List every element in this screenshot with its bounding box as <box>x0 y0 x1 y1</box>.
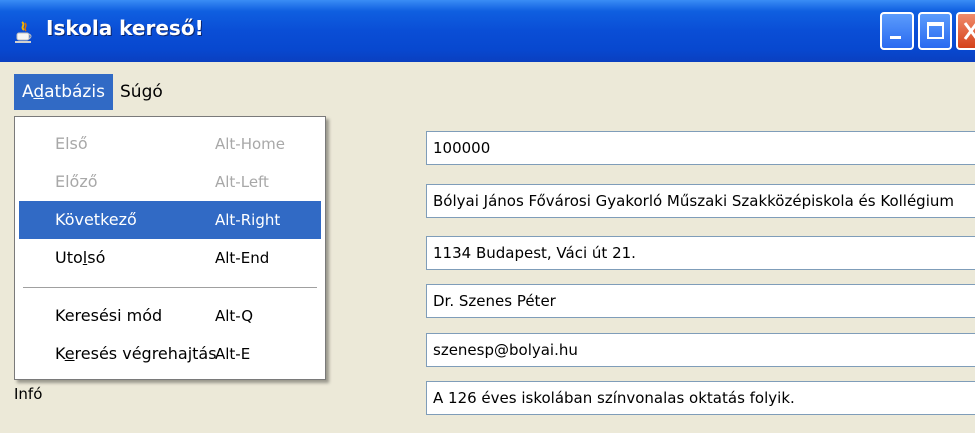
java-cup-icon <box>14 20 34 44</box>
menu-sugo[interactable]: Súgó <box>112 74 171 110</box>
school-name-field[interactable]: Bólyai János Fővárosi Gyakorló Műszaki S… <box>426 184 975 218</box>
info-label: Infó <box>14 385 43 403</box>
principal-field[interactable]: Dr. Szenes Péter <box>426 284 975 318</box>
close-button[interactable] <box>956 12 975 50</box>
menu-separator <box>23 287 317 289</box>
menu-item-kereses-vegrehajtas[interactable]: Keresés végrehajtás Alt-E <box>19 335 321 373</box>
email-field[interactable]: szenesp@bolyai.hu <box>426 333 975 367</box>
address-field[interactable]: 1134 Budapest, Váci út 21. <box>426 236 975 270</box>
menu-item-elso[interactable]: Első Alt-Home <box>19 125 321 163</box>
title-bar[interactable]: Iskola kereső! <box>0 0 975 62</box>
menu-bar: Adatbázis Súgó <box>0 62 975 116</box>
menu-item-keresesi-mod[interactable]: Keresési mód Alt-Q <box>19 297 321 335</box>
minimize-button[interactable] <box>880 12 914 50</box>
menu-item-kovetkezo[interactable]: Következő Alt-Right <box>19 201 321 239</box>
maximize-icon <box>927 22 944 39</box>
close-icon <box>963 22 975 40</box>
maximize-button[interactable] <box>918 12 952 50</box>
app-window: Iskola kereső! Adatbázis Súgó 100000 Ból… <box>0 0 975 433</box>
info-field[interactable]: A 126 éves iskolában színvonalas oktatás… <box>426 381 975 415</box>
school-id-field[interactable]: 100000 <box>426 131 975 165</box>
adatbazis-dropdown-menu: Első Alt-Home Előző Alt-Left Következő Alt-… <box>14 116 326 380</box>
menu-item-elozo[interactable]: Előző Alt-Left <box>19 163 321 201</box>
window-title: Iskola kereső! <box>46 16 204 40</box>
menu-adatbazis[interactable]: Adatbázis <box>14 74 113 110</box>
minimize-icon <box>890 36 901 39</box>
menu-item-utolso[interactable]: Utolsó Alt-End <box>19 239 321 277</box>
